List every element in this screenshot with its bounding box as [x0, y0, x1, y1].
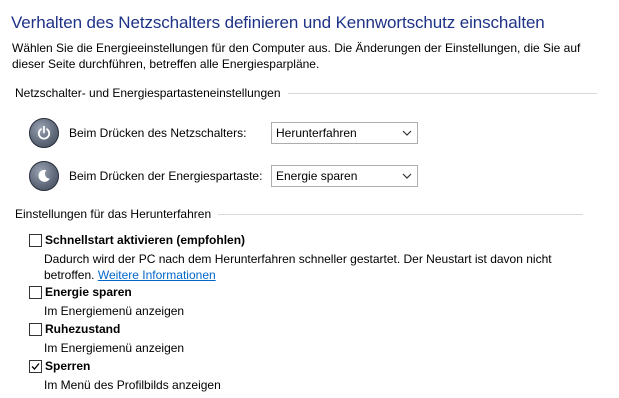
intro-text: Wählen Sie die Energieeinstellungen für … [12, 41, 581, 71]
sleep-checkbox[interactable] [29, 286, 42, 299]
sleep-button-value: Energie sparen [276, 169, 358, 183]
lock-option-label[interactable]: Sperren [45, 359, 90, 373]
fast-startup-checkbox[interactable] [29, 234, 42, 247]
chevron-down-icon [402, 173, 412, 179]
hibernate-checkbox[interactable] [29, 323, 42, 336]
sleep-option-description: Im Energiemenü anzeigen [44, 304, 185, 318]
more-info-link[interactable]: Weitere Informationen [98, 268, 216, 282]
power-icon [29, 118, 59, 148]
checkmark-icon [31, 363, 40, 370]
fast-startup-description: Dadurch wird der PC nach dem Herunterfah… [44, 251, 584, 283]
lock-option-description: Im Menü des Profilbilds anzeigen [44, 378, 221, 392]
lock-checkbox[interactable] [29, 360, 42, 373]
chevron-down-icon [402, 130, 412, 136]
shutdown-settings-header: Einstellungen für das Herunterfahren [15, 206, 584, 222]
hibernate-option-description: Im Energiemenü anzeigen [44, 341, 185, 355]
sleep-button-label: Beim Drücken der Energiespartaste: [69, 169, 263, 183]
power-button-value: Herunterfahren [276, 126, 357, 140]
power-button-label: Beim Drücken des Netzschalters: [69, 126, 247, 140]
button-settings-header-label: Netzschalter- und Energiespartasteneinst… [15, 86, 281, 100]
shutdown-settings-header-label: Einstellungen für das Herunterfahren [15, 207, 212, 221]
button-settings-header: Netzschalter- und Energiespartasteneinst… [15, 85, 597, 101]
page-title: Verhalten des Netzschalters definieren u… [11, 13, 545, 32]
fast-startup-label[interactable]: Schnellstart aktivieren (empfohlen) [45, 233, 245, 247]
power-button-dropdown[interactable]: Herunterfahren [271, 122, 418, 144]
divider [218, 213, 584, 215]
sleep-button-dropdown[interactable]: Energie sparen [271, 165, 418, 187]
sleep-option-label[interactable]: Energie sparen [45, 285, 132, 299]
divider [287, 92, 597, 94]
sleep-moon-icon [29, 161, 59, 191]
hibernate-option-label[interactable]: Ruhezustand [45, 322, 120, 336]
